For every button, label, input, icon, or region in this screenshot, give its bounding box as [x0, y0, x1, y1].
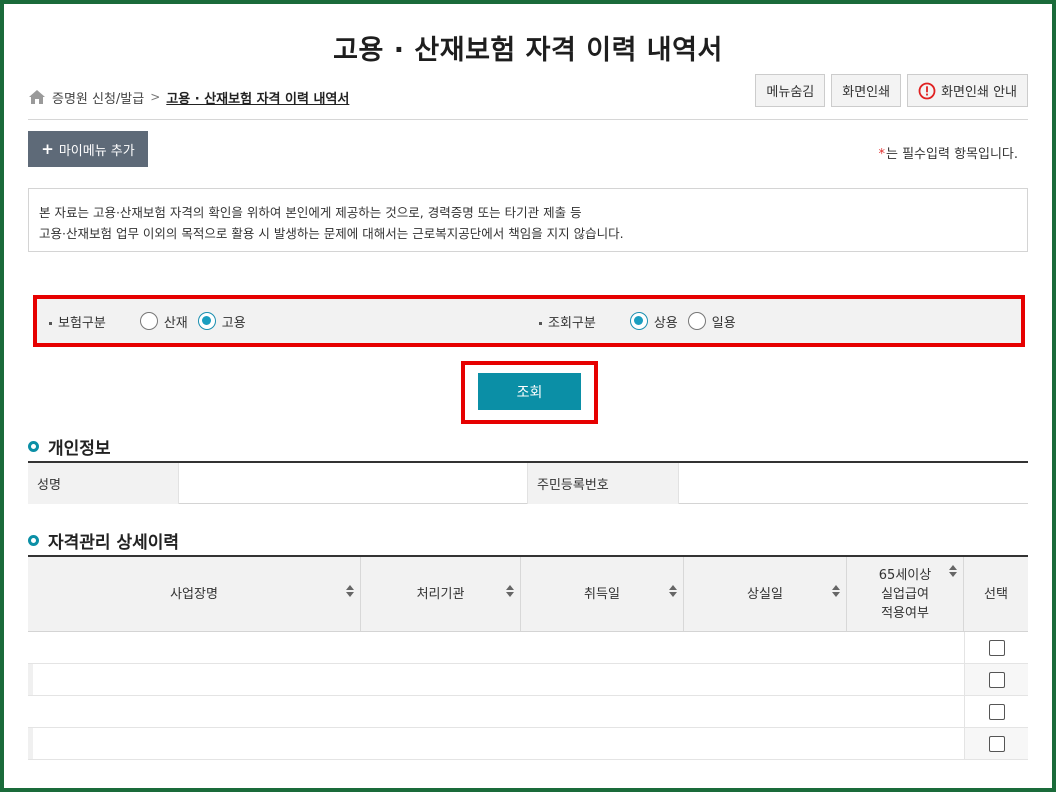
- table-row: [28, 664, 1028, 696]
- radio-label-industrial-accident[interactable]: 산재: [164, 312, 188, 331]
- insurance-type-label: 보험구분: [49, 312, 106, 331]
- hide-menu-button[interactable]: 메뉴숨김: [755, 74, 826, 107]
- breadcrumb-item-certificate[interactable]: 증명원 신청/발급: [52, 88, 144, 107]
- query-button-highlight: 조회: [461, 361, 598, 424]
- radio-employment[interactable]: [197, 312, 216, 330]
- required-field-note: *는 필수입력 항목입니다.: [879, 143, 1019, 162]
- row-content: [28, 664, 964, 695]
- row-content: [28, 632, 964, 663]
- row-content: [28, 728, 964, 759]
- sort-updown-icon[interactable]: [669, 585, 677, 597]
- row-select-checkbox[interactable]: [988, 703, 1005, 720]
- ring-bullet-icon: [28, 535, 39, 546]
- alert-circle-icon: [918, 82, 936, 99]
- main-content: 고용 · 산재보험 자격 이력 내역서 증명원 신청/발급 > 고용 · 산재보…: [28, 0, 1028, 788]
- required-note-text: 는 필수입력 항목입니다.: [886, 147, 1018, 162]
- table-row: [28, 696, 1028, 728]
- breadcrumb-item-current[interactable]: 고용 · 산재보험 자격 이력 내역서: [166, 88, 349, 107]
- print-guide-button[interactable]: 화면인쇄 안내: [907, 74, 1028, 107]
- radio-label-employment[interactable]: 고용: [222, 312, 246, 331]
- radio-daily[interactable]: [687, 312, 706, 330]
- table-row: [28, 728, 1028, 760]
- bullet-icon: [49, 321, 52, 325]
- personal-info-table: 성명 주민등록번호: [28, 461, 1028, 504]
- sort-updown-icon[interactable]: [346, 585, 354, 597]
- select-cell: [964, 632, 1028, 663]
- row-select-checkbox[interactable]: [988, 639, 1005, 656]
- notice-line-1: 본 자료는 고용·산재보험 자격의 확인을 위하여 본인에게 제공하는 것으로,…: [39, 205, 582, 220]
- notice-box: 본 자료는 고용·산재보험 자격의 확인을 위하여 본인에게 제공하는 것으로,…: [28, 188, 1028, 252]
- row-content: [28, 696, 964, 727]
- name-value: [178, 463, 528, 504]
- row-select-checkbox[interactable]: [988, 671, 1005, 688]
- radio-label-daily[interactable]: 일용: [712, 312, 736, 331]
- column-header-agency[interactable]: 처리기관: [361, 557, 521, 631]
- detail-history-title: 자격관리 상세이력: [28, 528, 179, 553]
- column-header-lost-date[interactable]: 상실일: [684, 557, 847, 631]
- plus-icon: +: [41, 140, 54, 158]
- search-conditions: 보험구분 산재 고용 조회구분 상용 일용: [33, 295, 1025, 347]
- sort-updown-icon[interactable]: [506, 585, 514, 597]
- column-header-65-unemployment[interactable]: 65세이상 실업급여 적용여부: [847, 557, 964, 631]
- bullet-icon: [539, 321, 542, 325]
- table-row: [28, 632, 1028, 664]
- query-type-label: 조회구분: [539, 312, 596, 331]
- table-header: 사업장명 처리기관 취득일 상실일 65세이상 실업급여 적용여부 선택: [28, 557, 1028, 632]
- radio-regular[interactable]: [629, 312, 648, 330]
- utility-buttons: 메뉴숨김 화면인쇄 화면인쇄 안내: [755, 74, 1028, 107]
- radio-label-regular[interactable]: 상용: [654, 312, 678, 331]
- column-header-workplace[interactable]: 사업장명: [28, 557, 361, 631]
- divider: [28, 119, 1028, 120]
- select-cell: [964, 728, 1028, 759]
- add-my-menu-button[interactable]: + 마이메뉴 추가: [28, 131, 148, 167]
- column-header-select: 선택: [984, 586, 1008, 602]
- detail-history-table: 사업장명 처리기관 취득일 상실일 65세이상 실업급여 적용여부 선택: [28, 555, 1028, 760]
- radio-industrial-accident[interactable]: [139, 312, 158, 330]
- sort-updown-icon[interactable]: [949, 565, 957, 577]
- personal-info-title: 개인정보: [28, 434, 111, 459]
- required-star: *: [878, 147, 886, 162]
- print-guide-label: 화면인쇄 안내: [941, 85, 1017, 100]
- query-type-group: 조회구분 상용 일용: [539, 299, 746, 343]
- column-header-acquired-date[interactable]: 취득일: [521, 557, 684, 631]
- breadcrumb: 증명원 신청/발급 > 고용 · 산재보험 자격 이력 내역서: [28, 87, 349, 107]
- select-cell: [964, 664, 1028, 695]
- sort-updown-icon[interactable]: [832, 585, 840, 597]
- rrn-value: [678, 463, 1028, 504]
- query-button[interactable]: 조회: [478, 373, 581, 410]
- name-label: 성명: [28, 463, 178, 504]
- row-select-checkbox[interactable]: [988, 735, 1005, 752]
- insurance-type-group: 보험구분 산재 고용: [49, 299, 256, 343]
- notice-line-2: 고용·산재보험 업무 이외의 목적으로 활용 시 발생하는 문제에 대해서는 근…: [39, 226, 624, 241]
- select-cell: [964, 696, 1028, 727]
- print-screen-button[interactable]: 화면인쇄: [831, 74, 902, 107]
- home-icon[interactable]: [28, 89, 46, 105]
- page-title: 고용 · 산재보험 자격 이력 내역서: [333, 35, 723, 66]
- add-my-menu-label: 마이메뉴 추가: [58, 143, 135, 159]
- chevron-right-icon: >: [150, 90, 161, 104]
- ring-bullet-icon: [28, 441, 39, 452]
- rrn-label: 주민등록번호: [528, 463, 678, 504]
